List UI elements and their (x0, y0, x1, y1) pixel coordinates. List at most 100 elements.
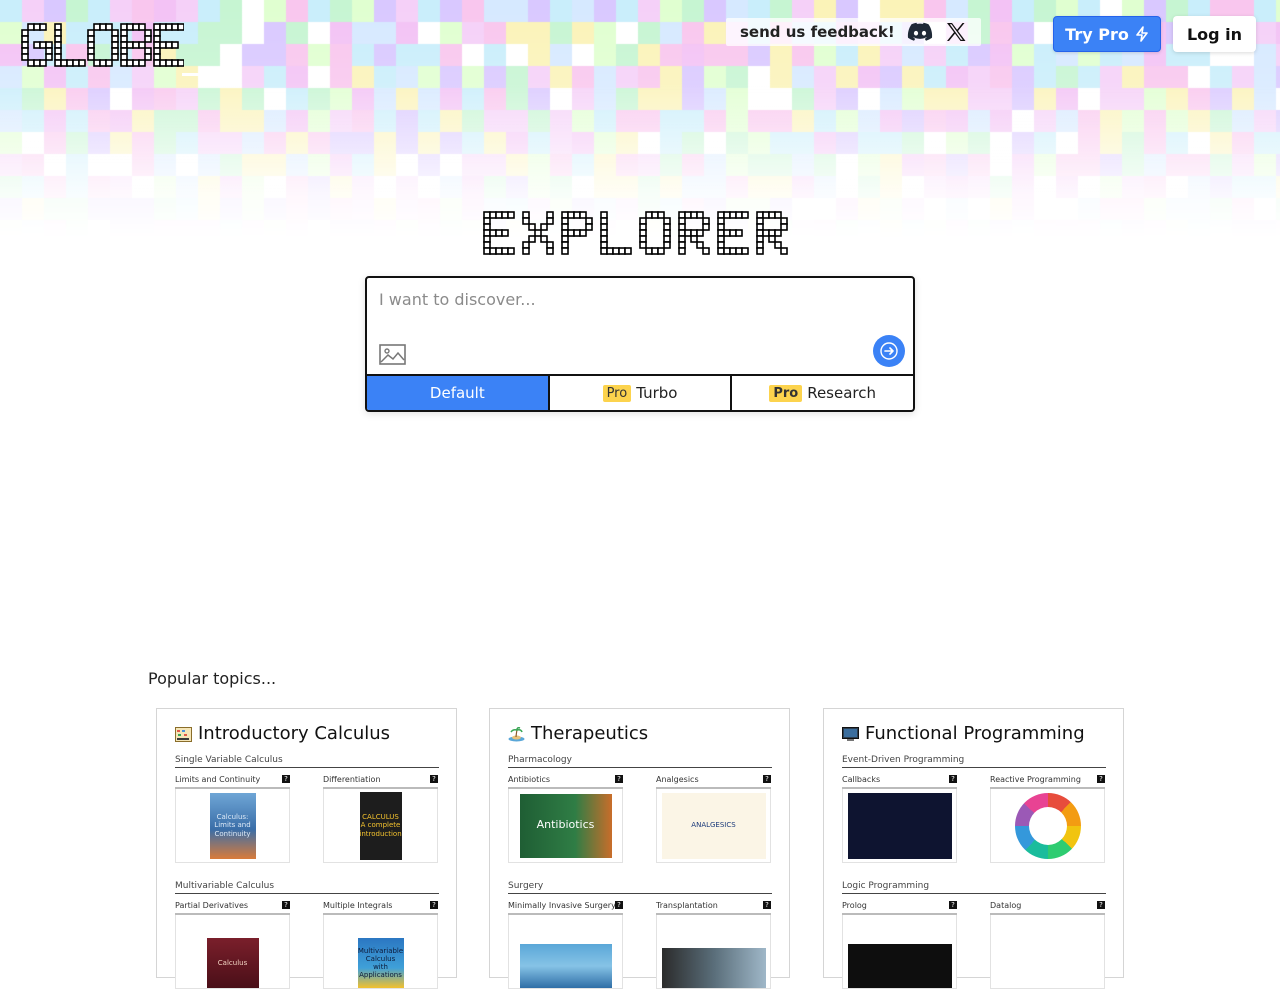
subtopic-tile[interactable]: Analgesics? ANALGESICS (656, 775, 771, 863)
topic-card-title[interactable]: Therapeutics (508, 723, 648, 744)
submit-button[interactable] (873, 335, 905, 367)
subtopic-thumbnail[interactable] (990, 915, 1105, 989)
mode-default-button[interactable]: Default (367, 376, 548, 410)
thumbnail-caption (712, 966, 716, 970)
section-divider (508, 893, 772, 894)
subtopic-section-title[interactable]: Pharmacology (508, 755, 572, 765)
help-icon[interactable]: ? (1097, 775, 1105, 783)
help-icon[interactable]: ? (1097, 901, 1105, 909)
subtopic-section-title[interactable]: Multivariable Calculus (175, 881, 274, 891)
try-pro-button[interactable]: Try Pro (1053, 16, 1161, 52)
thumbnail-caption: ANALGESICS (691, 821, 736, 830)
section-divider (175, 767, 439, 768)
subtopic-thumbnail[interactable]: CALCULUS A complete introduction (323, 789, 438, 863)
globe-logo[interactable] (20, 22, 184, 68)
subtopic-label: Datalog (990, 901, 1022, 910)
subtopic-label: Transplantation (656, 901, 718, 910)
subtopic-tile[interactable]: Limits and Continuity? Calculus: Limits a… (175, 775, 290, 863)
thumbnail-caption (898, 964, 902, 968)
topic-card-title[interactable]: Functional Programming (842, 723, 1085, 744)
thumbnail-caption: CALCULUS A complete introduction (359, 813, 402, 838)
subtopic-thumbnail[interactable]: Calculus (175, 915, 290, 989)
help-icon[interactable]: ? (949, 775, 957, 783)
thumbnail-image (995, 944, 1100, 988)
subtopic-label: Multiple Integrals (323, 901, 393, 910)
thumbnail-caption: Calculus: Limits and Continuity (214, 813, 251, 838)
subtopic-thumbnail[interactable]: ANALGESICS (656, 789, 771, 863)
subtopic-tile[interactable]: Differentiation? CALCULUS A complete intr… (323, 775, 438, 863)
thumbnail-image: ANALGESICS (661, 792, 766, 859)
thumbnail-caption (898, 824, 902, 828)
thumbnail-image (661, 948, 766, 988)
discord-icon[interactable] (907, 22, 933, 42)
subtopic-label: Reactive Programming (990, 775, 1081, 784)
thumbnail-image (519, 944, 612, 988)
subtopic-tile[interactable]: Reactive Programming? (990, 775, 1105, 863)
logo-underline (182, 73, 212, 76)
subtopic-section-title[interactable]: Event-Driven Programming (842, 755, 964, 765)
subtopic-label: Partial Derivatives (175, 901, 249, 910)
subtopic-tile[interactable]: Multiple Integrals? Multivariable Calculu… (323, 901, 438, 989)
subtopic-thumbnail[interactable] (842, 789, 957, 863)
help-icon[interactable]: ? (615, 775, 623, 783)
popular-topics-label: Popular topics... (148, 669, 277, 688)
lightning-icon (1136, 26, 1148, 42)
thumbnail-caption (1046, 964, 1050, 968)
subtopic-section-title[interactable]: Single Variable Calculus (175, 755, 283, 765)
subtopic-thumbnail[interactable] (508, 915, 623, 989)
mode-research-button[interactable]: Pro Research (730, 376, 913, 410)
search-input[interactable] (367, 278, 913, 374)
topic-title-text: Introductory Calculus (198, 723, 391, 744)
subtopic-tile[interactable]: Datalog? (990, 901, 1105, 989)
section-divider (842, 767, 1106, 768)
thumbnail-image (847, 944, 952, 988)
thumbnail-caption: Multivariable Calculus with Applications (357, 946, 404, 980)
subtopic-tile[interactable]: Callbacks? (842, 775, 957, 863)
thumbnail-caption: Antibiotics (536, 818, 595, 832)
topic-card-title[interactable]: Introductory Calculus (175, 723, 390, 744)
subtopic-label: Prolog (842, 901, 867, 910)
feedback-link[interactable]: send us feedback! (740, 23, 895, 41)
help-icon[interactable]: ? (430, 901, 438, 909)
help-icon[interactable]: ? (282, 901, 290, 909)
thumbnail-caption (564, 964, 568, 968)
thumbnail-caption: Calculus (217, 958, 248, 967)
subtopic-label: Callbacks (842, 775, 881, 784)
subtopic-thumbnail[interactable]: Calculus: Limits and Continuity (175, 789, 290, 863)
help-icon[interactable]: ? (430, 775, 438, 783)
section-divider (508, 767, 772, 768)
topic-card[interactable]: Functional Programming Event-Driven Progr… (823, 708, 1124, 989)
mode-turbo-button[interactable]: Pro Turbo (547, 376, 731, 410)
subtopic-thumbnail[interactable] (656, 915, 771, 989)
subtopic-tile[interactable]: Minimally Invasive Surgery? (508, 901, 623, 989)
subtopic-tile[interactable]: Antibiotics? Antibiotics (508, 775, 623, 863)
subtopic-section-title[interactable]: Surgery (508, 881, 543, 891)
subtopic-thumbnail[interactable] (842, 915, 957, 989)
subtopic-label: Limits and Continuity (175, 775, 261, 784)
topic-card[interactable]: Introductory Calculus Single Variable Cal… (156, 708, 457, 989)
help-icon[interactable]: ? (615, 901, 623, 909)
subtopic-thumbnail[interactable] (990, 789, 1105, 863)
image-upload-icon[interactable] (378, 342, 408, 368)
subtopic-tile[interactable]: Transplantation? (656, 901, 771, 989)
subtopic-label: Minimally Invasive Surgery (508, 901, 616, 910)
thumbnail-image: Calculus: Limits and Continuity (209, 792, 256, 859)
topic-card[interactable]: Therapeutics Pharmacology Antibiotics? Anti… (489, 708, 790, 989)
subtopic-thumbnail[interactable]: Antibiotics (508, 789, 623, 863)
pro-badge: Pro (602, 384, 632, 402)
help-icon[interactable]: ? (763, 901, 771, 909)
help-icon[interactable]: ? (763, 775, 771, 783)
try-pro-label: Try Pro (1065, 24, 1129, 44)
help-icon[interactable]: ? (282, 775, 290, 783)
subtopic-thumbnail[interactable]: Multivariable Calculus with Applications (323, 915, 438, 989)
subtopic-tile[interactable]: Prolog? (842, 901, 957, 989)
pro-badge: Pro (769, 384, 803, 402)
explorer-title (483, 211, 788, 255)
subtopic-label: Antibiotics (508, 775, 551, 784)
x-logo-icon[interactable] (945, 21, 967, 43)
subtopic-tile[interactable]: Partial Derivatives? Calculus (175, 901, 290, 989)
topic-title-text: Therapeutics (531, 723, 649, 744)
login-button[interactable]: Log in (1173, 16, 1256, 52)
subtopic-section-title[interactable]: Logic Programming (842, 881, 929, 891)
help-icon[interactable]: ? (949, 901, 957, 909)
